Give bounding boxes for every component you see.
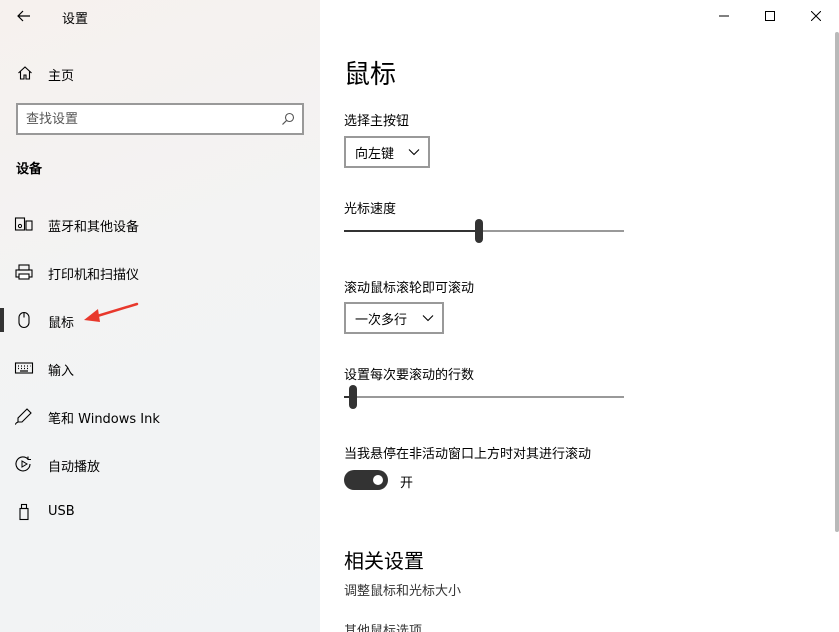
title-bar: 设置 — [0, 0, 320, 32]
sidebar-item-pen[interactable]: 笔和 Windows Ink — [0, 396, 320, 436]
slider-track — [344, 396, 624, 398]
usb-icon — [14, 503, 34, 521]
related-settings-title: 相关设置 — [344, 549, 424, 573]
autoplay-icon — [14, 455, 34, 473]
sidebar-item-autoplay[interactable]: 自动播放 — [0, 444, 320, 484]
mouse-icon — [14, 311, 34, 329]
sidebar-item-label: 输入 — [48, 364, 75, 379]
sidebar-item-usb[interactable]: USB — [0, 492, 320, 532]
toggle-state-label: 开 — [400, 476, 414, 491]
sidebar-item-label: 鼠标 — [48, 316, 75, 331]
sidebar-item-label: 笔和 Windows Ink — [48, 412, 160, 427]
slider-thumb[interactable] — [474, 219, 483, 243]
sidebar-item-label: 自动播放 — [48, 460, 101, 475]
minimize-icon — [719, 15, 729, 17]
slider-fill — [344, 230, 479, 232]
page-title: 鼠标 — [344, 60, 397, 90]
app-title: 设置 — [62, 12, 89, 27]
close-icon — [811, 11, 821, 21]
annotation-arrow-icon — [84, 302, 139, 322]
pen-icon — [14, 407, 34, 425]
close-button[interactable] — [793, 0, 839, 32]
sidebar: 设置 主页 设备 蓝牙和其他设备 打印机和扫描仪 鼠标 — [0, 0, 320, 632]
back-arrow-icon — [17, 10, 30, 22]
lines-to-scroll-label: 设置每次要滚动的行数 — [344, 368, 475, 383]
dropdown-value: 向左键 — [355, 146, 395, 162]
section-title: 设备 — [16, 162, 43, 177]
toggle-knob — [373, 475, 383, 485]
sidebar-item-home[interactable]: 主页 — [0, 56, 320, 90]
bluetooth-devices-icon — [14, 215, 34, 233]
cursor-speed-slider[interactable] — [344, 217, 624, 245]
search-input[interactable] — [26, 110, 276, 128]
additional-mouse-options-link[interactable]: 其他鼠标选项 — [344, 620, 422, 632]
inactive-scroll-label: 当我悬停在非活动窗口上方时对其进行滚动 — [344, 447, 592, 462]
back-button[interactable] — [12, 4, 36, 28]
home-icon — [16, 64, 34, 82]
chevron-down-icon — [422, 315, 434, 322]
inactive-scroll-toggle[interactable] — [344, 470, 388, 490]
maximize-button[interactable] — [747, 0, 793, 32]
primary-button-label: 选择主按钮 — [344, 114, 410, 129]
cursor-speed-label: 光标速度 — [344, 202, 397, 217]
sidebar-item-label: 蓝牙和其他设备 — [48, 220, 140, 235]
minimize-button[interactable] — [701, 0, 747, 32]
sidebar-item-mouse[interactable]: 鼠标 — [0, 300, 320, 340]
sidebar-item-bluetooth[interactable]: 蓝牙和其他设备 — [0, 204, 320, 244]
sidebar-item-label: 打印机和扫描仪 — [48, 268, 140, 283]
window-controls — [701, 0, 839, 32]
primary-button-dropdown[interactable]: 向左键 — [344, 136, 430, 168]
scroll-wheel-label: 滚动鼠标滚轮即可滚动 — [344, 281, 475, 296]
slider-thumb[interactable] — [349, 385, 358, 409]
main-panel: 鼠标 选择主按钮 向左键 光标速度 滚动鼠标滚轮即可滚动 一次多行 设置每次要滚… — [320, 0, 839, 632]
maximize-icon — [765, 11, 775, 21]
scroll-wheel-dropdown[interactable]: 一次多行 — [344, 302, 444, 334]
sidebar-item-typing[interactable]: 输入 — [0, 348, 320, 388]
sidebar-item-printers[interactable]: 打印机和扫描仪 — [0, 252, 320, 292]
search-box[interactable] — [16, 103, 304, 135]
keyboard-icon — [14, 359, 34, 377]
chevron-down-icon — [408, 149, 420, 156]
lines-to-scroll-slider[interactable] — [344, 383, 624, 411]
active-indicator — [0, 308, 4, 332]
adjust-cursor-size-link[interactable]: 调整鼠标和光标大小 — [344, 580, 461, 599]
sidebar-item-label: 主页 — [48, 69, 75, 84]
dropdown-value: 一次多行 — [355, 312, 408, 328]
search-icon[interactable] — [280, 111, 296, 127]
scrollbar[interactable] — [835, 32, 839, 532]
sidebar-item-label: USB — [48, 504, 75, 519]
printer-icon — [14, 263, 34, 281]
